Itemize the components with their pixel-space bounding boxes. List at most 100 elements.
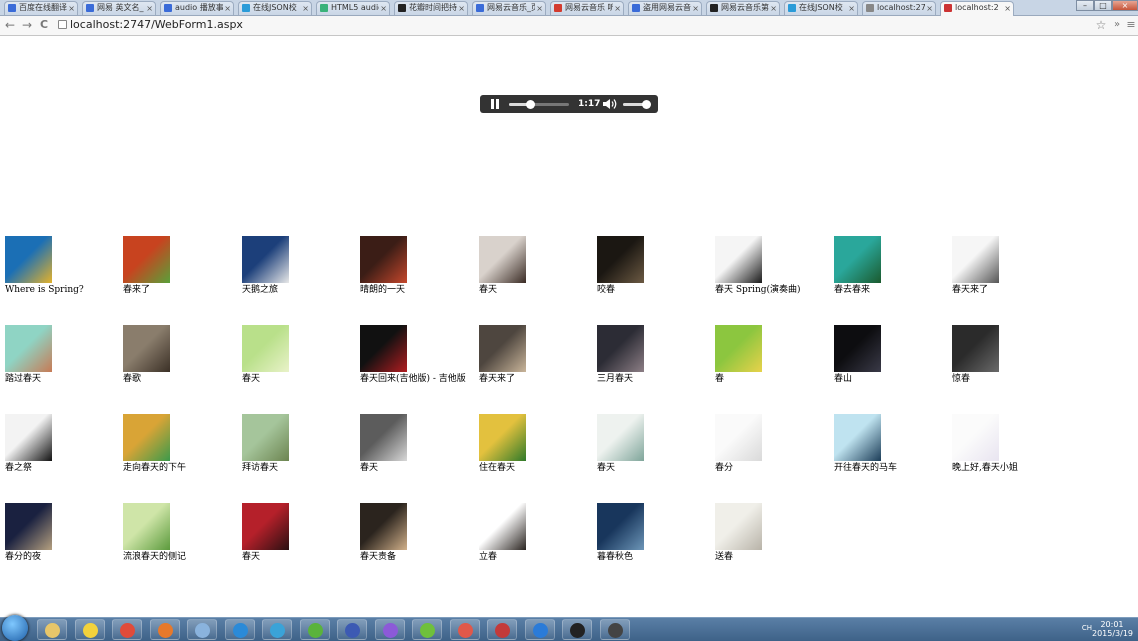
reload-icon[interactable]: C — [37, 18, 51, 32]
taskbar-clock[interactable]: 20:01 2015/3/19 — [1092, 620, 1133, 638]
song-item[interactable]: 流浪春天的侧记 — [123, 503, 235, 563]
pause-icon[interactable] — [490, 99, 500, 109]
song-title[interactable]: 踏过春天 — [5, 374, 117, 385]
browser-tab[interactable]: 网易云音乐 听 × — [550, 1, 624, 15]
album-cover[interactable] — [5, 414, 52, 461]
window-maximize-button[interactable]: □ — [1094, 0, 1112, 11]
album-cover[interactable] — [479, 503, 526, 550]
browser-tab[interactable]: audio 播放事 × — [160, 1, 234, 15]
album-cover[interactable] — [123, 414, 170, 461]
album-cover[interactable] — [123, 236, 170, 283]
tab-close-icon[interactable]: × — [926, 3, 933, 15]
song-title[interactable]: 春天责备 — [360, 552, 472, 563]
song-item[interactable]: 晚上好,春天小姐 — [952, 414, 1064, 474]
song-title[interactable]: 晴朗的一天 — [360, 285, 472, 296]
song-title[interactable]: 春天来了 — [952, 285, 1064, 296]
song-item[interactable]: 春天 — [360, 414, 472, 474]
song-title[interactable]: 惊春 — [952, 374, 1064, 385]
song-item[interactable]: 惊春 — [952, 325, 1064, 385]
taskbar-button[interactable] — [224, 619, 255, 640]
taskbar-button[interactable] — [187, 619, 217, 640]
song-title[interactable]: 春天 — [360, 463, 472, 474]
seek-bar[interactable] — [509, 100, 569, 109]
song-title[interactable]: 春天 — [597, 463, 709, 474]
song-item[interactable]: 春天 Spring(演奏曲) — [715, 236, 827, 296]
song-item[interactable]: 春分 — [715, 414, 827, 474]
album-cover[interactable] — [479, 236, 526, 283]
address-text[interactable]: localhost:2747/WebForm1.aspx — [70, 18, 243, 32]
tab-close-icon[interactable]: × — [146, 3, 153, 15]
browser-menu-icon[interactable]: ≡ — [1124, 18, 1138, 32]
song-item[interactable]: Where is Spring? — [5, 236, 117, 296]
song-item[interactable]: 暮春秋色 — [597, 503, 709, 563]
taskbar-button[interactable] — [337, 619, 367, 640]
song-title[interactable]: 晚上好,春天小姐 — [952, 463, 1064, 474]
window-close-button[interactable]: × — [1112, 0, 1138, 11]
browser-tab[interactable]: 在线JSON校 × — [238, 1, 312, 15]
album-cover[interactable] — [597, 414, 644, 461]
song-title[interactable]: 送春 — [715, 552, 827, 563]
album-cover[interactable] — [5, 236, 52, 283]
album-cover[interactable] — [5, 503, 52, 550]
song-title[interactable]: 立春 — [479, 552, 591, 563]
volume-icon[interactable] — [602, 98, 618, 110]
taskbar-button[interactable] — [262, 619, 292, 640]
song-title[interactable]: 春之祭 — [5, 463, 117, 474]
browser-tab[interactable]: 网易云音乐第 × — [706, 1, 780, 15]
song-item[interactable]: 春歌 — [123, 325, 235, 385]
address-bar[interactable]: localhost:2747/WebForm1.aspx — [56, 17, 1106, 33]
album-cover[interactable] — [952, 236, 999, 283]
album-cover[interactable] — [834, 325, 881, 372]
album-cover[interactable] — [242, 325, 289, 372]
start-button-icon[interactable] — [2, 615, 28, 641]
taskbar-button[interactable] — [74, 619, 105, 640]
song-title[interactable]: 春歌 — [123, 374, 235, 385]
song-item[interactable]: 春天 — [242, 325, 354, 385]
browser-tab[interactable]: localhost:274× — [862, 1, 936, 15]
song-item[interactable]: 走向春天的下午 — [123, 414, 235, 474]
song-title[interactable]: 春来了 — [123, 285, 235, 296]
taskbar-button[interactable] — [112, 619, 142, 640]
song-item[interactable]: 春天 — [597, 414, 709, 474]
song-item[interactable]: 春天 — [479, 236, 591, 296]
taskbar-button[interactable] — [562, 619, 592, 640]
tab-close-icon[interactable]: × — [458, 3, 465, 15]
browser-tab[interactable]: localhost:2 × — [940, 1, 1014, 16]
song-title[interactable]: 三月春天 — [597, 374, 709, 385]
song-title[interactable]: Where is Spring? — [5, 285, 117, 296]
album-cover[interactable] — [834, 414, 881, 461]
song-item[interactable]: 春天 — [242, 503, 354, 563]
taskbar-button[interactable] — [487, 619, 517, 640]
song-item[interactable]: 开往春天的马车 — [834, 414, 946, 474]
album-cover[interactable] — [597, 325, 644, 372]
browser-tab[interactable]: 在线JSON校 × — [784, 1, 858, 15]
song-item[interactable]: 春山 — [834, 325, 946, 385]
window-minimize-button[interactable]: – — [1076, 0, 1094, 11]
album-cover[interactable] — [360, 414, 407, 461]
tab-close-icon[interactable]: × — [770, 3, 777, 15]
song-item[interactable]: 春天回来(吉他版) - 吉他版 — [360, 325, 472, 385]
taskbar-button[interactable] — [37, 619, 67, 640]
album-cover[interactable] — [360, 236, 407, 283]
album-cover[interactable] — [242, 414, 289, 461]
back-icon[interactable]: ← — [3, 18, 17, 32]
song-title[interactable]: 春去春来 — [834, 285, 946, 296]
tab-close-icon[interactable]: × — [224, 3, 231, 15]
song-title[interactable]: 走向春天的下午 — [123, 463, 235, 474]
taskbar-button[interactable] — [149, 619, 180, 640]
browser-tab[interactable]: 网易 英文名_ × — [82, 1, 156, 15]
album-cover[interactable] — [479, 325, 526, 372]
tab-close-icon[interactable]: × — [380, 3, 387, 15]
song-title[interactable]: 春天 Spring(演奏曲) — [715, 285, 827, 296]
volume-slider[interactable] — [623, 100, 651, 109]
album-cover[interactable] — [242, 236, 289, 283]
song-item[interactable]: 春之祭 — [5, 414, 117, 474]
taskbar-button[interactable] — [449, 619, 480, 640]
song-item[interactable]: 春分的夜 — [5, 503, 117, 563]
album-cover[interactable] — [952, 325, 999, 372]
album-cover[interactable] — [360, 503, 407, 550]
album-cover[interactable] — [242, 503, 289, 550]
song-title[interactable]: 春天 — [479, 285, 591, 296]
extensions-overflow-icon[interactable]: » — [1110, 18, 1124, 32]
album-cover[interactable] — [715, 325, 762, 372]
